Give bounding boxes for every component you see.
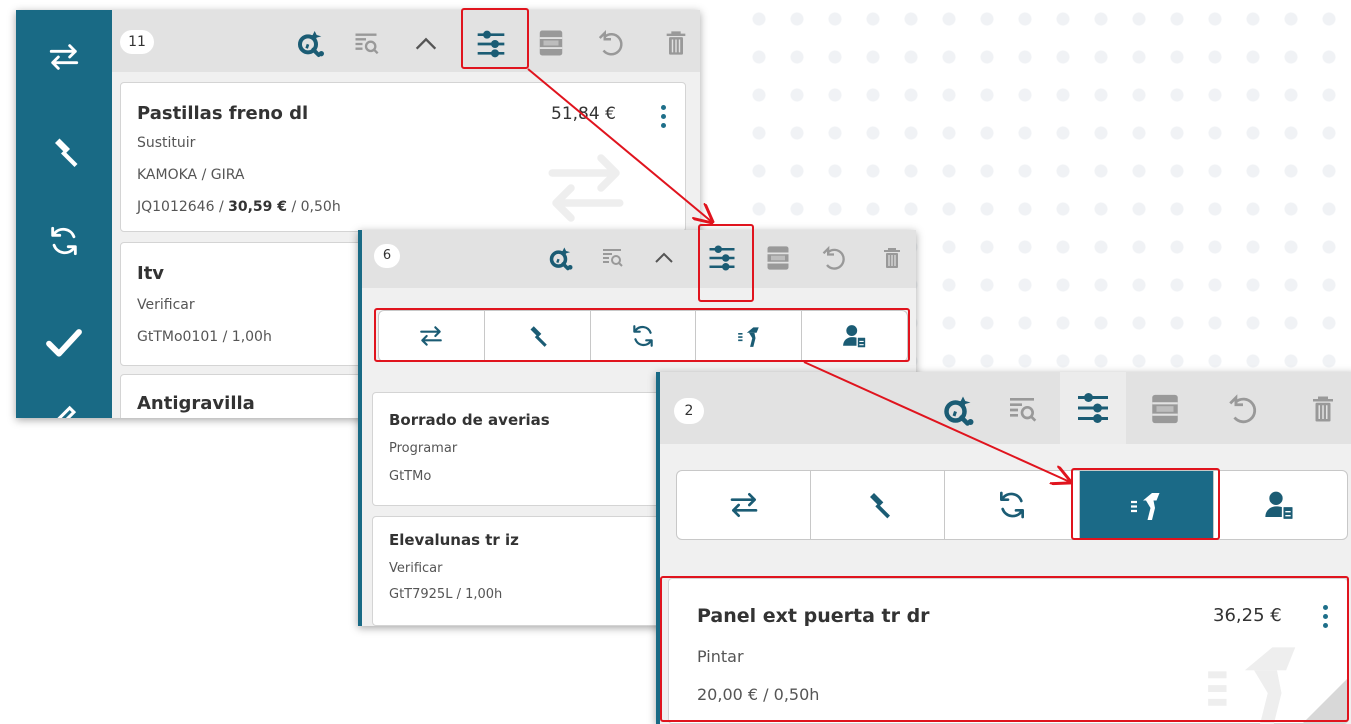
filter-sliders-active[interactable] — [1060, 372, 1126, 444]
card-reference: GtTMo — [389, 469, 432, 484]
swap-arrows-icon — [728, 489, 760, 521]
filter-swap[interactable] — [677, 471, 812, 539]
undo-icon[interactable] — [1226, 392, 1260, 426]
filter-repair[interactable] — [811, 471, 946, 539]
search-list-icon[interactable] — [1006, 394, 1038, 426]
sidebar — [16, 10, 112, 418]
trash-icon[interactable] — [662, 28, 690, 58]
storage-icon[interactable] — [764, 244, 792, 272]
undo-icon[interactable] — [820, 244, 848, 272]
highlight-box-filter-2 — [698, 224, 754, 302]
toolbar: 11 — [112, 10, 700, 72]
filter-sliders-icon — [1074, 390, 1112, 426]
card-ref-time: / 0,50h — [287, 199, 341, 215]
refresh-icon[interactable] — [16, 224, 112, 258]
item-count-badge: 6 — [374, 244, 400, 268]
inspect-icon[interactable] — [942, 392, 978, 428]
card-brand: KAMOKA / GIRA — [137, 167, 245, 183]
card-reference: GtT7925L / 1,00h — [389, 587, 503, 602]
highlight-box-paint-filter — [1071, 468, 1220, 540]
task-card[interactable]: Pastillas freno dl 51,84 € Sustituir KAM… — [120, 82, 686, 232]
trash-icon[interactable] — [880, 244, 904, 272]
filter-worker[interactable] — [1214, 471, 1347, 539]
item-count-badge: 11 — [120, 30, 154, 54]
card-action: Sustituir — [137, 135, 196, 151]
hammer-icon — [862, 489, 894, 521]
toolbar: 6 — [362, 230, 916, 288]
highlight-box-filter-bar — [374, 308, 910, 362]
search-list-icon[interactable] — [600, 246, 624, 270]
worker-clipboard-icon — [1264, 489, 1296, 521]
card-action: Programar — [389, 441, 458, 456]
edit-icon[interactable] — [16, 398, 112, 418]
toolbar: 2 — [660, 372, 1351, 444]
filter-replace[interactable] — [945, 471, 1080, 539]
swap-arrows-icon — [541, 143, 631, 237]
chevron-up-icon[interactable] — [412, 30, 440, 58]
card-title: Itv — [137, 263, 165, 284]
highlight-box-result-card — [660, 576, 1349, 722]
chevron-up-icon[interactable] — [652, 246, 676, 270]
card-price: 51,84 € — [551, 104, 616, 124]
search-list-icon[interactable] — [352, 30, 380, 58]
inspect-icon[interactable] — [548, 244, 576, 272]
card-action: Verificar — [389, 561, 443, 576]
card-ref-code: JQ1012646 / — [137, 199, 229, 215]
card-title: Borrado de averias — [389, 411, 550, 429]
storage-icon[interactable] — [536, 28, 566, 58]
storage-icon[interactable] — [1148, 392, 1182, 426]
item-count-badge: 2 — [674, 398, 704, 424]
panel-accent-bar — [358, 230, 362, 626]
card-action: Verificar — [137, 297, 195, 313]
refresh-icon — [996, 489, 1028, 521]
card-reference: JQ1012646 / 30,59 € / 0,50h — [137, 199, 341, 215]
card-ref-price: 30,59 € — [228, 199, 288, 215]
card-title: Elevalunas tr iz — [389, 531, 519, 549]
check-icon[interactable] — [16, 322, 112, 362]
filter-segmented-control — [676, 470, 1348, 540]
swap-arrows-icon[interactable] — [16, 40, 112, 74]
highlight-box-filter-1 — [461, 8, 529, 69]
inspect-icon[interactable] — [296, 27, 328, 59]
card-reference: GtTMo0101 / 1,00h — [137, 329, 272, 345]
card-title: Antigravilla — [137, 393, 255, 414]
trash-icon[interactable] — [1308, 392, 1338, 426]
hammer-icon[interactable] — [16, 134, 112, 170]
undo-icon[interactable] — [596, 28, 626, 58]
more-menu-icon[interactable] — [661, 105, 667, 132]
card-title: Pastillas freno dl — [137, 103, 309, 124]
